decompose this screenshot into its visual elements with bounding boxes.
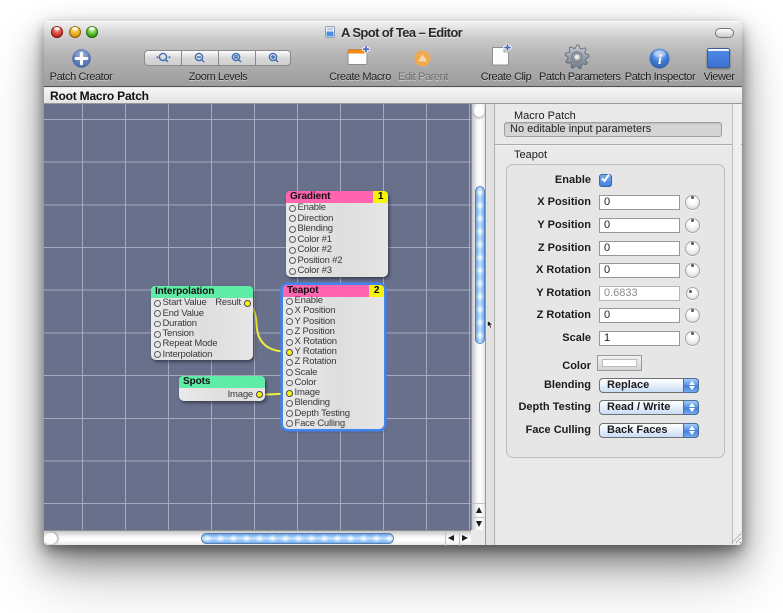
svg-text:i: i — [658, 53, 662, 68]
